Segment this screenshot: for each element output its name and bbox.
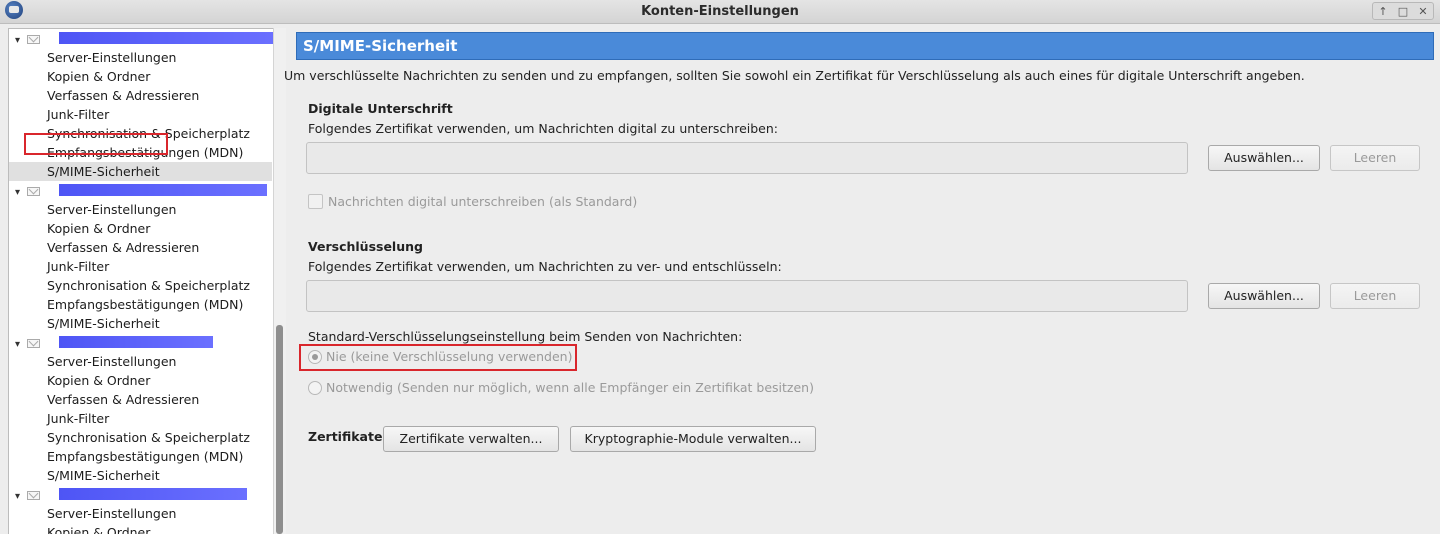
- settings-panel: S/MIME-Sicherheit Um verschlüsselte Nach…: [284, 28, 1440, 534]
- account-tree: ▾ Server-Einstellungen Kopien & Ordner V…: [8, 28, 286, 534]
- mail-icon: [27, 35, 40, 44]
- tree-item-receipts[interactable]: Empfangsbestätigungen (MDN): [9, 295, 272, 314]
- window-controls: ↑ □ ✕: [1372, 2, 1434, 20]
- highlight-box-smime: [24, 133, 168, 155]
- tree-item-server-settings[interactable]: Server-Einstellungen: [9, 200, 272, 219]
- page-title: S/MIME-Sicherheit: [296, 32, 1434, 60]
- radio-required-label[interactable]: Notwendig (Senden nur möglich, wenn alle…: [326, 380, 814, 395]
- signing-select-button[interactable]: Auswählen...: [1208, 145, 1320, 171]
- redacted-account-name: [59, 184, 267, 196]
- tree-item-sync[interactable]: Synchronisation & Speicherplatz: [9, 276, 272, 295]
- encryption-select-button[interactable]: Auswählen...: [1208, 283, 1320, 309]
- account-row[interactable]: ▾: [9, 29, 277, 48]
- tree-item-copies-folders[interactable]: Kopien & Ordner: [9, 371, 272, 390]
- highlight-box-never: [299, 344, 577, 371]
- manage-crypto-modules-button[interactable]: Kryptographie-Module verwalten...: [570, 426, 816, 452]
- account-row[interactable]: ▾: [9, 485, 272, 504]
- account-row[interactable]: ▾: [9, 181, 272, 200]
- tree-item-composition[interactable]: Verfassen & Adressieren: [9, 238, 272, 257]
- title-bar: Konten-Einstellungen ↑ □ ✕: [0, 0, 1440, 24]
- tree-item-junk[interactable]: Junk-Filter: [9, 257, 272, 276]
- account-row[interactable]: ▾: [9, 333, 272, 352]
- radio-required[interactable]: [308, 381, 322, 395]
- encryption-section-title: Verschlüsselung: [308, 239, 423, 254]
- tree-item-smime-selected[interactable]: S/MIME-Sicherheit: [9, 162, 272, 181]
- mail-icon: [27, 491, 40, 500]
- tree-item-smime[interactable]: S/MIME-Sicherheit: [9, 466, 272, 485]
- intro-text: Um verschlüsselte Nachrichten zu senden …: [284, 68, 1305, 83]
- signing-cert-field[interactable]: [306, 142, 1188, 174]
- tree-item-receipts[interactable]: Empfangsbestätigungen (MDN): [9, 447, 272, 466]
- maximize-icon[interactable]: ↑: [1375, 5, 1391, 18]
- tree-item-composition[interactable]: Verfassen & Adressieren: [9, 86, 272, 105]
- signing-description: Folgendes Zertifikat verwenden, um Nachr…: [308, 121, 778, 136]
- mail-icon: [27, 187, 40, 196]
- mail-icon: [27, 339, 40, 348]
- encryption-default-label: Standard-Verschlüsselungseinstellung bei…: [308, 329, 743, 344]
- restore-icon[interactable]: □: [1395, 5, 1411, 18]
- redacted-account-name: [59, 336, 213, 348]
- signing-section-title: Digitale Unterschrift: [308, 101, 453, 116]
- encryption-description: Folgendes Zertifikat verwenden, um Nachr…: [308, 259, 782, 274]
- tree-item-copies-folders[interactable]: Kopien & Ordner: [9, 523, 272, 534]
- tree-item-server-settings[interactable]: Server-Einstellungen: [9, 352, 272, 371]
- tree-item-smime[interactable]: S/MIME-Sicherheit: [9, 314, 272, 333]
- tree-item-server-settings[interactable]: Server-Einstellungen: [9, 48, 272, 67]
- certificates-section-title: Zertifikate: [308, 429, 383, 444]
- sign-default-checkbox[interactable]: [308, 194, 323, 209]
- tree-scrollbar[interactable]: [273, 28, 286, 534]
- encryption-cert-field[interactable]: [306, 280, 1188, 312]
- redacted-account-name: [59, 488, 247, 500]
- signing-clear-button[interactable]: Leeren: [1330, 145, 1420, 171]
- sign-default-label[interactable]: Nachrichten digital unterschreiben (als …: [328, 194, 637, 209]
- tree-item-sync[interactable]: Synchronisation & Speicherplatz: [9, 428, 272, 447]
- tree-item-junk[interactable]: Junk-Filter: [9, 105, 272, 124]
- close-icon[interactable]: ✕: [1415, 5, 1431, 18]
- scrollbar-thumb[interactable]: [276, 325, 283, 534]
- tree-item-copies-folders[interactable]: Kopien & Ordner: [9, 219, 272, 238]
- tree-item-copies-folders[interactable]: Kopien & Ordner: [9, 67, 272, 86]
- tree-item-server-settings[interactable]: Server-Einstellungen: [9, 504, 272, 523]
- manage-certificates-button[interactable]: Zertifikate verwalten...: [383, 426, 559, 452]
- encryption-clear-button[interactable]: Leeren: [1330, 283, 1420, 309]
- redacted-account-name: [59, 32, 277, 44]
- window-title: Konten-Einstellungen: [641, 4, 799, 19]
- tree-item-junk[interactable]: Junk-Filter: [9, 409, 272, 428]
- tree-item-composition[interactable]: Verfassen & Adressieren: [9, 390, 272, 409]
